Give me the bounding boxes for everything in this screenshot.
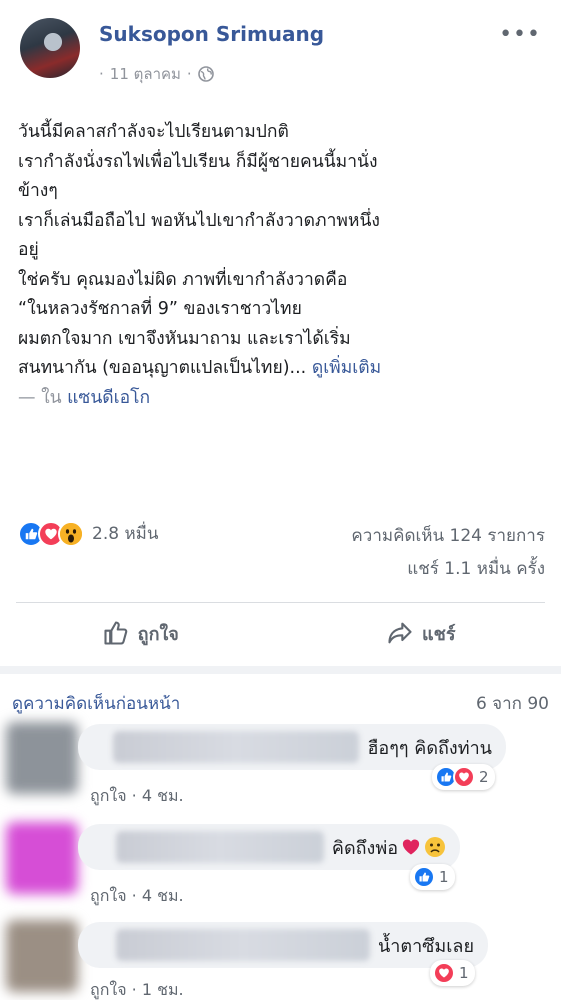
thumbs-up-icon	[104, 621, 127, 645]
comments-count[interactable]: ความคิดเห็น 124 รายการ	[351, 522, 545, 549]
comment-time[interactable]: · 4 ชม.	[132, 786, 184, 805]
globe-icon	[197, 66, 214, 82]
comment-bubble: คิดถึงพ่อ	[78, 824, 460, 870]
comment-reaction-count: 1	[459, 964, 469, 982]
view-previous-comments-link[interactable]: ดูความคิดเห็นก่อนหน้า	[12, 690, 180, 717]
post-header: Suksopon Srimuang · 11 ตุลาคม · •••	[0, 0, 561, 100]
comment-meta: ถูกใจ · 1 ชม.	[90, 978, 184, 1000]
share-label: แชร์	[422, 623, 456, 645]
comment-reactions[interactable]: 1	[410, 864, 455, 890]
post-line: เรากำลังนั่งรถไฟเพื่อไปเรียน ก็มีผู้ชายค…	[18, 151, 378, 172]
post-line: วันนี้มีคลาสกำลังจะไปเรียนตามปกติ	[18, 122, 289, 142]
comment-item: น้ำตาซึมเลย 1 ถูกใจ · 1 ชม.	[0, 920, 561, 1000]
see-more-link[interactable]: ดูเพิ่มเติม	[312, 358, 381, 378]
reaction-count: 2.8 หมื่น	[92, 524, 159, 544]
post-meta: · 11 ตุลาคม ·	[99, 62, 214, 86]
post-line: ใช่ครับ คุณมองไม่ผิด ภาพที่เขากำลังวาดคื…	[18, 269, 348, 290]
love-reaction-icon	[453, 766, 475, 788]
comment-meta: ถูกใจ · 4 ชม.	[90, 784, 184, 809]
comment-reaction-count: 2	[479, 768, 489, 786]
post-line-last: สนทนากัน (ขออนุญาตแปลเป็นไทย)... ดูเพิ่ม…	[18, 354, 548, 384]
action-bar: ถูกใจ แชร์	[0, 603, 561, 663]
sad-face-emoji-icon	[425, 837, 445, 857]
like-label: ถูกใจ	[137, 623, 179, 645]
post-line: ข้างๆ	[18, 181, 58, 201]
red-heart-emoji-icon	[402, 839, 420, 855]
comment-like-button[interactable]: ถูกใจ	[90, 980, 127, 999]
like-button[interactable]: ถูกใจ	[0, 603, 281, 663]
comment-reactions[interactable]: 1	[430, 960, 475, 986]
comment-time[interactable]: · 4 ชม.	[132, 886, 184, 905]
wow-reaction-icon	[58, 520, 84, 547]
comment-like-button[interactable]: ถูกใจ	[90, 786, 127, 805]
comment-item: ฮือๆๆ คิดถึงท่าน 2 ถูกใจ · 4 ชม.	[0, 722, 561, 822]
shares-count[interactable]: แชร์ 1.1 หมื่น ครั้ง	[407, 555, 545, 582]
comment-reactions[interactable]: 2	[432, 764, 495, 790]
love-reaction-icon	[433, 962, 455, 984]
commenter-name-blurred[interactable]	[113, 731, 360, 763]
commenter-avatar[interactable]	[6, 920, 78, 992]
comment-like-button[interactable]: ถูกใจ	[90, 886, 127, 905]
comment-text: น้ำตาซึมเลย	[377, 935, 474, 957]
author-avatar[interactable]	[20, 18, 80, 78]
more-options-icon[interactable]: •••	[499, 22, 541, 47]
comment-reaction-count: 1	[439, 868, 449, 886]
post-line: เราก็เล่นมือถือไป พอหันไปเขากำลังวาดภาพห…	[18, 210, 380, 231]
post-line: อยู่	[18, 240, 39, 260]
comment-bubble: น้ำตาซึมเลย	[78, 922, 488, 968]
post-date[interactable]: 11 ตุลาคม	[110, 62, 181, 86]
commenter-avatar[interactable]	[6, 722, 78, 794]
comment-item: คิดถึงพ่อ 1 ถูกใจ · 4 ชม.	[0, 822, 561, 922]
comment-text: ฮือๆๆ คิดถึงท่าน	[367, 737, 492, 759]
commenter-name-blurred[interactable]	[115, 831, 324, 863]
location-prefix: — ใน	[18, 387, 62, 408]
reaction-summary[interactable]: 2.8 หมื่น	[18, 520, 158, 547]
commenter-name-blurred[interactable]	[115, 929, 370, 961]
comment-text: คิดถึงพ่อ	[331, 837, 398, 859]
comment-time[interactable]: · 1 ชม.	[132, 980, 184, 999]
date-separator: ·	[99, 65, 104, 83]
post-line: ผมตกใจมาก เขาจึงหันมาถาม และเราได้เริ่ม	[18, 328, 351, 349]
section-separator	[0, 666, 561, 674]
location-link[interactable]: แซนดีเอโก	[67, 388, 150, 408]
comment-paging: 6 จาก 90	[475, 694, 549, 714]
like-reaction-icon	[413, 866, 435, 888]
date-separator-2: ·	[186, 65, 192, 83]
comment-meta: ถูกใจ · 4 ชม.	[90, 884, 184, 909]
commenter-avatar[interactable]	[6, 822, 78, 894]
location-line: — ใน แซนดีเอโก	[18, 384, 548, 414]
share-icon	[388, 622, 412, 644]
share-button[interactable]: แชร์	[281, 603, 561, 663]
author-name[interactable]: Suksopon Srimuang	[99, 22, 324, 46]
post-body: วันนี้มีคลาสกำลังจะไปเรียนตามปกติ เรากำล…	[18, 118, 548, 413]
post-line: “ในหลวงรัชกาลที่ 9” ของเราชาวไทย	[18, 299, 302, 319]
post-line-text: สนทนากัน (ขออนุญาตแปลเป็นไทย)...	[18, 358, 307, 378]
